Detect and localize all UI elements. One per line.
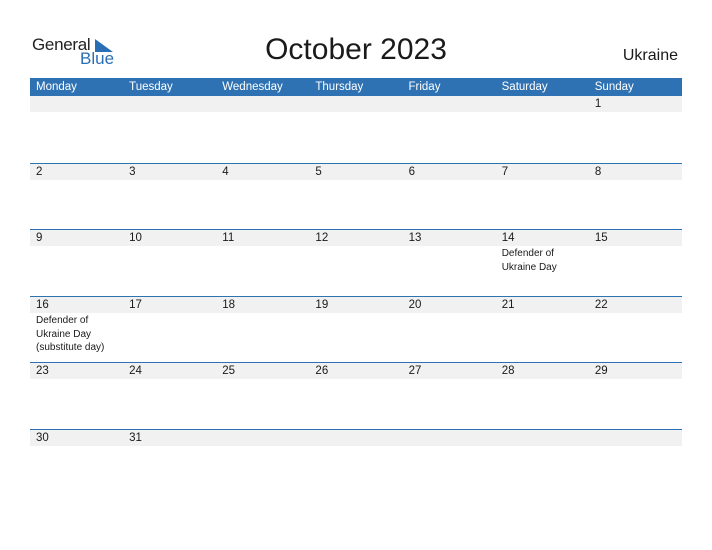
week-row: 1: [30, 96, 682, 162]
day-number: 29: [594, 365, 608, 377]
day-cell: [123, 96, 216, 162]
day-number: 9: [36, 232, 43, 244]
day-cell[interactable]: 10: [123, 230, 216, 296]
weekday-sunday: Sunday: [594, 81, 634, 93]
day-cell[interactable]: 31: [123, 430, 216, 496]
day-cell[interactable]: 1: [589, 96, 682, 162]
weekday-tuesday: Tuesday: [129, 81, 173, 93]
day-cell[interactable]: 26: [309, 363, 402, 429]
day-number: 2: [36, 166, 43, 178]
day-number: 8: [594, 166, 602, 178]
day-cell[interactable]: 8: [589, 164, 682, 230]
day-cell[interactable]: 22: [589, 297, 682, 363]
day-cell: [589, 430, 682, 496]
day-cell: [403, 430, 496, 496]
day-cell[interactable]: 27: [403, 363, 496, 429]
day-cell[interactable]: 3: [123, 164, 216, 230]
day-number: 28: [501, 365, 515, 377]
day-number: 5: [315, 166, 322, 178]
week-row: 9 10 11 12 13 14 Defender of Ukraine Day 15: [30, 229, 682, 296]
day-cell[interactable]: 25: [216, 363, 309, 429]
day-cell: [30, 96, 123, 162]
day-number: 30: [36, 432, 49, 444]
day-number: 21: [501, 299, 515, 311]
day-cell[interactable]: 19: [309, 297, 402, 363]
day-number: 18: [222, 299, 236, 311]
day-cell[interactable]: 29: [589, 363, 682, 429]
weekday-saturday: Saturday: [501, 81, 548, 93]
day-number: 10: [129, 232, 142, 244]
day-number: 17: [129, 299, 142, 311]
day-number: 7: [501, 166, 509, 178]
day-cell[interactable]: 24: [123, 363, 216, 429]
week-row: 2 3 4 5 6 7 8: [30, 163, 682, 230]
week-row: 23 24 25 26 27 28 29: [30, 362, 682, 429]
day-number: 26: [315, 365, 329, 377]
day-cell[interactable]: 2: [30, 164, 123, 230]
day-cell[interactable]: 18: [216, 297, 309, 363]
day-number: 20: [408, 299, 422, 311]
day-cell[interactable]: 12: [309, 230, 402, 296]
holiday-label: Defender of Ukraine Day (substitute day): [36, 315, 105, 353]
weekday-monday: Monday: [36, 81, 77, 93]
day-cell: [309, 96, 402, 162]
day-cell: [309, 430, 402, 496]
day-cell: [496, 96, 589, 162]
day-number: 22: [594, 299, 608, 311]
day-cell[interactable]: 4: [216, 164, 309, 230]
day-cell[interactable]: 30: [30, 430, 123, 496]
day-cell: [216, 96, 309, 162]
day-cell[interactable]: 21: [496, 297, 589, 363]
day-number: 12: [315, 232, 329, 244]
day-number: 23: [36, 365, 49, 377]
day-number: 16: [36, 299, 49, 311]
day-cell[interactable]: 14 Defender of Ukraine Day: [496, 230, 589, 296]
day-number: 15: [594, 232, 608, 244]
day-number: 14: [501, 232, 515, 244]
holiday-label: Defender of Ukraine Day: [501, 248, 557, 273]
day-cell[interactable]: 15: [589, 230, 682, 296]
day-cell[interactable]: 16 Defender of Ukraine Day (substitute da…: [30, 297, 123, 363]
day-number: 11: [222, 232, 235, 244]
day-cell[interactable]: 28: [496, 363, 589, 429]
week-row: 30 31: [30, 429, 682, 496]
day-number: 31: [129, 432, 142, 444]
day-cell: [216, 430, 309, 496]
day-number: 1: [594, 98, 602, 110]
weekday-thursday: Thursday: [315, 81, 364, 93]
weekday-wednesday: Wednesday: [222, 81, 283, 93]
day-number: 25: [222, 365, 236, 377]
day-number: 13: [408, 232, 422, 244]
weekday-header: Monday Tuesday Wednesday Thursday Friday…: [30, 78, 682, 96]
week-row: 16 Defender of Ukraine Day (substitute da…: [30, 296, 682, 363]
day-number: 6: [408, 166, 415, 178]
country-label: Ukraine: [622, 47, 678, 64]
day-cell[interactable]: 5: [309, 164, 402, 230]
day-cell[interactable]: 13: [403, 230, 496, 296]
day-cell[interactable]: 6: [403, 164, 496, 230]
day-cell[interactable]: 11: [216, 230, 309, 296]
weekday-friday: Friday: [408, 81, 441, 93]
day-cell[interactable]: 17: [123, 297, 216, 363]
day-number: 19: [315, 299, 329, 311]
day-cell: [496, 430, 589, 496]
page-title: October 2023: [265, 33, 447, 66]
day-number: 27: [408, 365, 422, 377]
day-number: 3: [129, 166, 136, 178]
day-cell[interactable]: 23: [30, 363, 123, 429]
day-cell[interactable]: 9: [30, 230, 123, 296]
day-number: 4: [222, 166, 229, 178]
day-number: 24: [129, 365, 142, 377]
day-cell[interactable]: 7: [496, 164, 589, 230]
day-cell[interactable]: 20: [403, 297, 496, 363]
day-cell: [403, 96, 496, 162]
